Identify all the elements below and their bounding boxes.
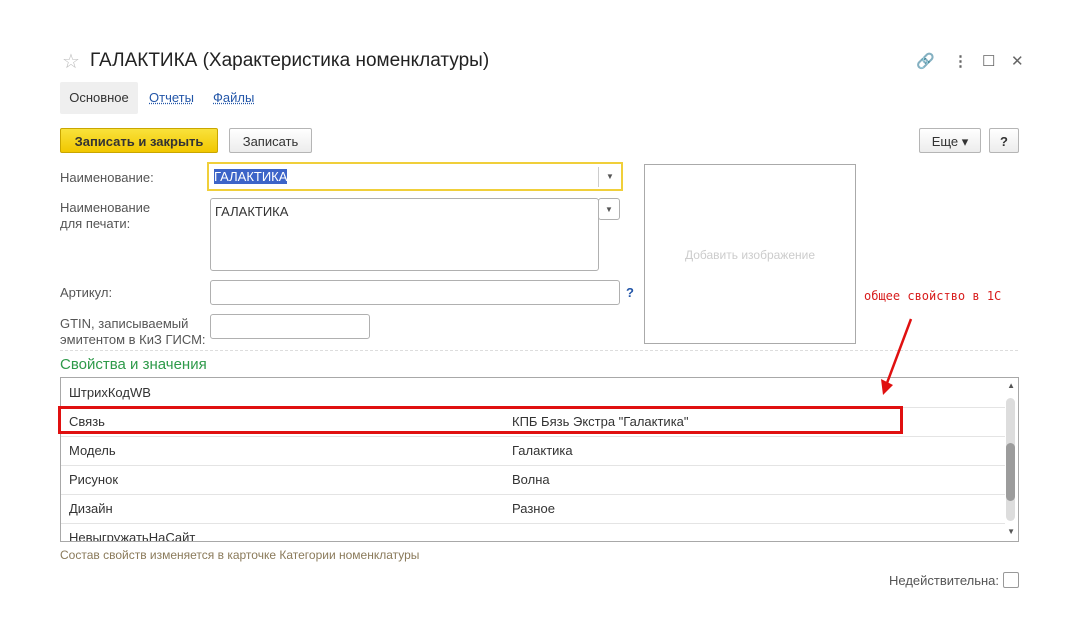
invalid-checkbox[interactable] xyxy=(1003,572,1019,588)
annotation-text: общее свойство в 1С xyxy=(864,289,1002,303)
more-button[interactable]: Еще ▾ xyxy=(919,128,981,153)
table-row[interactable]: Дизайн Разное xyxy=(61,494,1005,524)
tab-main[interactable]: Основное xyxy=(60,82,138,114)
name-value: ГАЛАКТИКА xyxy=(214,169,288,184)
more-menu-icon[interactable]: ⋮ xyxy=(953,52,968,70)
scroll-down-icon[interactable]: ▼ xyxy=(1007,527,1015,536)
help-button[interactable]: ? xyxy=(989,128,1019,153)
gtin-label: GTIN, записываемый эмитентом в КиЗ ГИСМ: xyxy=(60,316,206,348)
article-input[interactable] xyxy=(210,280,620,305)
scrollbar-thumb[interactable] xyxy=(1006,443,1015,501)
annotation-arrow-icon xyxy=(881,318,913,395)
tab-files[interactable]: Файлы xyxy=(213,82,254,114)
property-name: Дизайн xyxy=(69,501,113,516)
property-name: Модель xyxy=(69,443,116,458)
gtin-label-line2: эмитентом в КиЗ ГИСМ: xyxy=(60,332,206,347)
print-label-line1: Наименование xyxy=(60,200,151,215)
add-image-area[interactable]: Добавить изображение xyxy=(644,164,856,344)
article-help-icon[interactable]: ? xyxy=(626,285,634,300)
window-title: ГАЛАКТИКА (Характеристика номенклатуры) xyxy=(90,50,490,71)
scroll-up-icon[interactable]: ▲ xyxy=(1007,381,1015,390)
link-icon[interactable]: 🔗 xyxy=(916,52,935,70)
print-name-textarea[interactable]: ГАЛАКТИКА xyxy=(210,198,599,271)
property-value: Волна xyxy=(512,472,550,487)
name-dropdown-icon[interactable]: ▼ xyxy=(598,167,621,187)
gtin-input[interactable] xyxy=(210,314,370,339)
properties-table: ШтрихКодWB Связь КПБ Бязь Экстра "Галакти… xyxy=(60,377,1019,542)
maximize-icon[interactable]: ☐ xyxy=(982,52,995,70)
property-value: Галактика xyxy=(512,443,573,458)
print-name-label: Наименование для печати: xyxy=(60,200,150,232)
favorite-star-icon[interactable]: ☆ xyxy=(62,49,80,74)
properties-note: Состав свойств изменяется в карточке Кат… xyxy=(60,548,420,562)
close-icon[interactable]: ✕ xyxy=(1011,52,1024,70)
print-label-line2: для печати: xyxy=(60,216,131,231)
name-input[interactable]: ГАЛАКТИКА ▼ xyxy=(207,162,623,191)
table-row[interactable]: Модель Галактика xyxy=(61,436,1005,466)
property-name: Рисунок xyxy=(69,472,119,487)
table-row[interactable]: ШтрихКодWB xyxy=(61,378,1005,408)
name-label: Наименование: xyxy=(60,170,154,185)
property-name: НевыгружатьНаСайт xyxy=(69,530,196,542)
invalid-label: Недействительна: xyxy=(889,573,1000,588)
properties-title: Свойства и значения xyxy=(60,356,207,373)
article-label: Артикул: xyxy=(60,285,113,300)
more-label: Еще xyxy=(931,134,959,149)
property-name: ШтрихКодWB xyxy=(69,385,151,400)
tab-reports[interactable]: Отчеты xyxy=(149,82,194,114)
property-value: Разное xyxy=(512,501,555,516)
table-row[interactable]: Рисунок Волна xyxy=(61,465,1005,495)
gtin-label-line1: GTIN, записываемый xyxy=(60,316,189,331)
print-name-value: ГАЛАКТИКА xyxy=(215,204,289,219)
annotation-highlight-box xyxy=(58,406,903,434)
save-and-close-button[interactable]: Записать и закрыть xyxy=(60,128,218,153)
table-row[interactable]: НевыгружатьНаСайт xyxy=(61,523,1005,542)
print-name-dropdown-icon[interactable]: ▼ xyxy=(598,198,620,220)
save-button[interactable]: Записать xyxy=(229,128,312,153)
